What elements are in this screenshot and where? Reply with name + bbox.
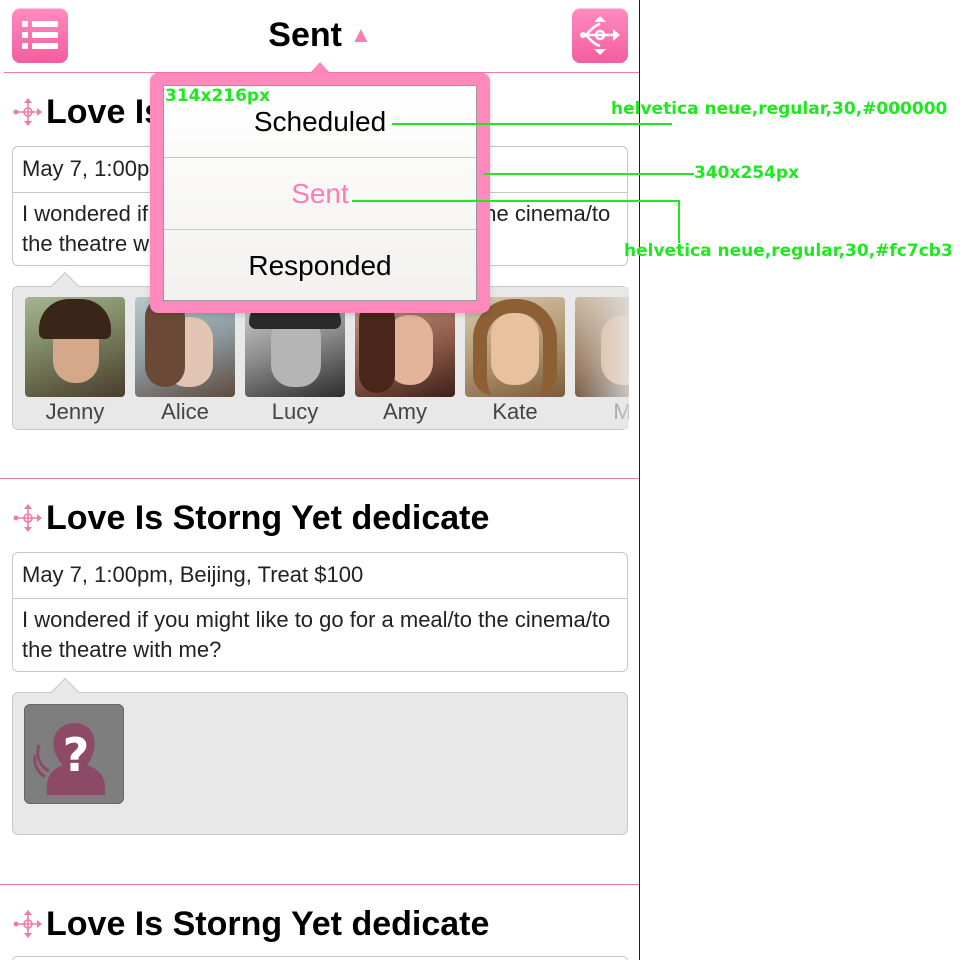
- status-dropdown: Scheduled Sent Responded: [150, 73, 490, 313]
- recipient-name: Jenny: [45, 399, 105, 424]
- recipient-avatar[interactable]: Amy: [355, 297, 455, 425]
- arrow-network-icon: [13, 504, 42, 532]
- arrow-network-icon: [13, 98, 42, 126]
- avatar-photo: [25, 297, 125, 397]
- recipient-avatar[interactable]: Jenny: [25, 297, 125, 425]
- event-message: I wondered if you might like to go for a…: [22, 607, 611, 662]
- annotation-outer-size: 340x254px: [694, 163, 800, 183]
- card-title[interactable]: Love Is Storng Yet dedicate: [12, 498, 489, 538]
- card-title-text: Love Is Storng Yet dedicate: [46, 904, 490, 943]
- annotation-style-pink: helvetica neue,regular,30,#fc7cb3: [624, 241, 953, 261]
- arrow-network-icon: [580, 16, 620, 55]
- dropdown-caret: [310, 62, 330, 73]
- dropdown-item-responded[interactable]: Responded: [164, 230, 476, 302]
- recipient-name: Amy: [383, 399, 427, 424]
- panel-pointer: [50, 677, 80, 707]
- card-title-text: Love Is Storng Yet dedicate: [46, 498, 490, 537]
- card-divider: [0, 884, 639, 885]
- unknown-person-icon: ?: [33, 723, 106, 795]
- event-summary: May 7, 1:00pm, Beijing, Treat $100: [13, 553, 627, 599]
- annotation-leader: [352, 200, 680, 202]
- recipients-panel: ?: [12, 677, 628, 835]
- recipient-name: Lucy: [271, 399, 319, 424]
- recipient-avatar[interactable]: Kate: [465, 297, 565, 425]
- recipient-name: Kate: [492, 399, 538, 424]
- phone-screen: Sent ▲ Love Is Storng Yet dedicate: [0, 0, 640, 960]
- page-title: Sent: [268, 16, 342, 54]
- annotation-leader: [392, 123, 672, 125]
- annotation-inner-size: 314x216px: [165, 86, 271, 106]
- page-title-toggle[interactable]: Sent ▲: [0, 16, 639, 55]
- event-details: [12, 956, 628, 960]
- share-button[interactable]: [572, 8, 628, 63]
- dropdown-arrow-icon: ▲: [349, 22, 372, 47]
- svg-text:?: ?: [63, 728, 90, 782]
- arrow-network-icon: [13, 910, 42, 938]
- recipient-name: Alice: [161, 399, 209, 424]
- card-title[interactable]: Love Is Storng Yet dedicate: [12, 904, 489, 944]
- unknown-recipient[interactable]: ?: [24, 704, 124, 804]
- annotation-leader: [484, 173, 694, 175]
- annotation-leader: [678, 200, 680, 243]
- event-details: May 7, 1:00pm, Beijing, Treat $100 I won…: [12, 552, 628, 672]
- card-divider: [0, 478, 639, 479]
- annotation-style-black: helvetica neue,regular,30,#000000: [611, 99, 948, 119]
- recipient-avatar[interactable]: Lucy: [245, 297, 345, 425]
- recipient-avatar[interactable]: Alice: [135, 297, 235, 425]
- carousel-fade: [569, 287, 629, 429]
- dropdown-item-sent[interactable]: Sent: [164, 158, 476, 230]
- dropdown-list: Scheduled Sent Responded: [163, 85, 477, 301]
